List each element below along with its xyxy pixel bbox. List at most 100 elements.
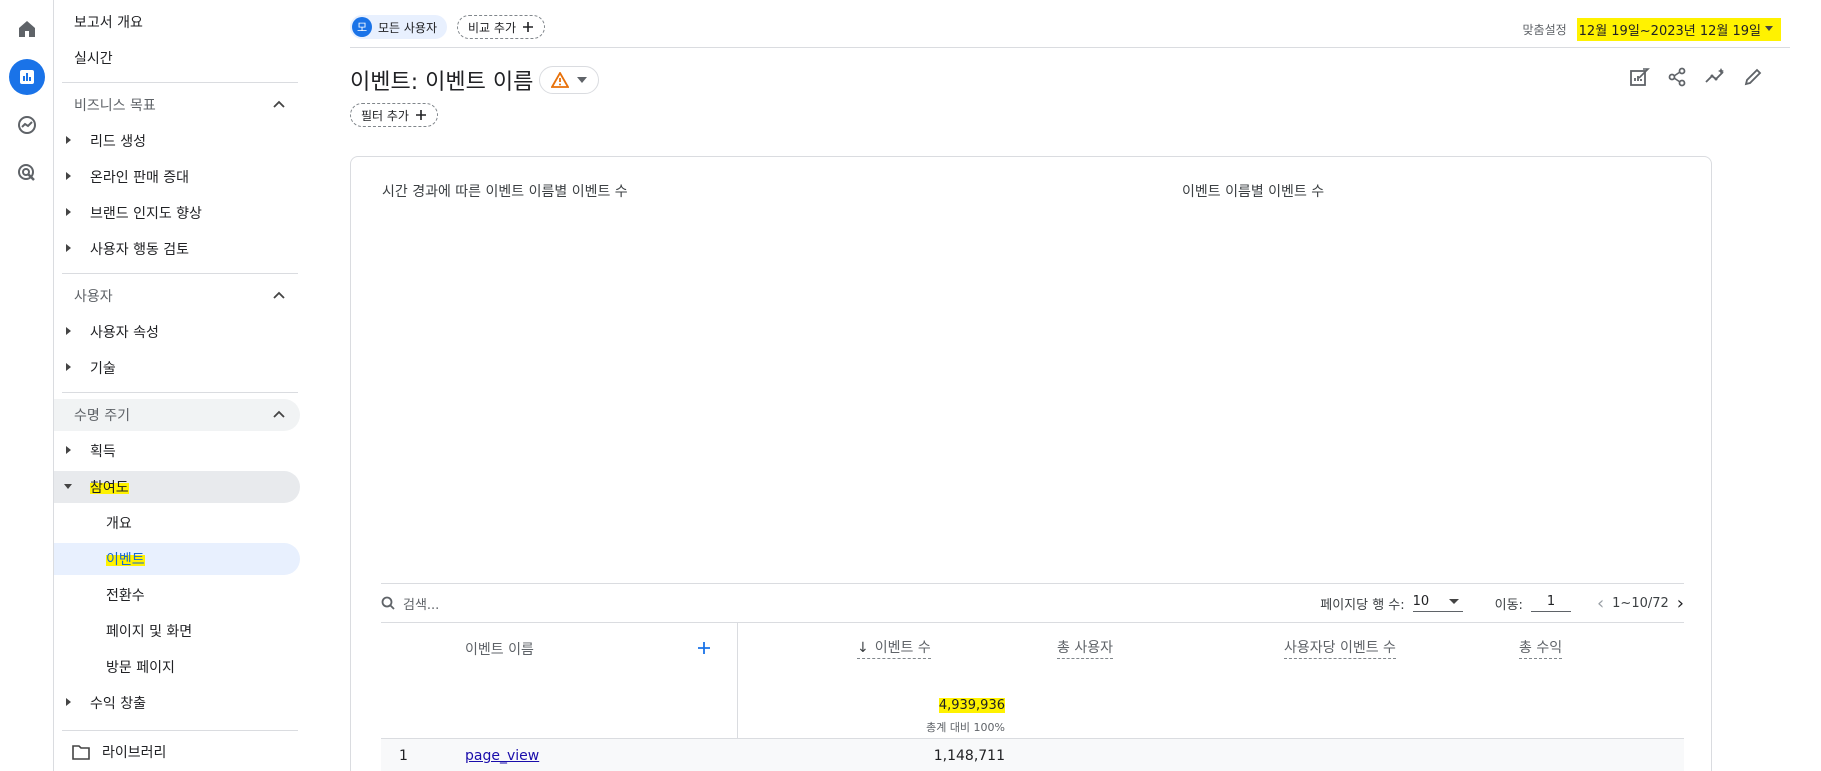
event-name-link[interactable]: page_view: [465, 748, 539, 764]
rows-per-page-label: 페이지당 행 수:: [1320, 597, 1405, 613]
sidebar-subitem-landing-page[interactable]: 방문 페이지: [54, 651, 300, 683]
sidebar-subitem-conversions[interactable]: 전환수: [54, 579, 300, 611]
caret-down-icon: [1765, 26, 1773, 31]
sidebar-item-acquisition[interactable]: 획득: [54, 435, 300, 467]
sidebar-item-label: 수익 창출: [90, 696, 146, 712]
chip-label: 비교 추가: [468, 20, 516, 35]
table-row: 1 page_view 1,148,711: [381, 739, 1684, 771]
sidebar-item-user-behavior[interactable]: 사용자 행동 검토: [54, 233, 300, 265]
expand-icon: [66, 363, 71, 371]
sidebar-item-label: 브랜드 인지도 향상: [90, 206, 202, 222]
comparison-bar: 모 모든 사용자 비교 추가: [350, 14, 545, 40]
col-header-event-count[interactable]: ↓ 이벤트 수: [857, 637, 931, 659]
customize-report-icon[interactable]: [1628, 66, 1650, 88]
section-lifecycle[interactable]: 수명 주기: [54, 399, 300, 431]
sidebar-item-label: 리드 생성: [90, 134, 146, 150]
table-toolbar: 검색... 페이지당 행 수: 10 이동: 1 ‹ 1~10/72 ›: [381, 583, 1684, 623]
goto-label: 이동:: [1494, 597, 1523, 613]
sidebar-item-online-sales[interactable]: 온라인 판매 증대: [54, 161, 300, 193]
table-search[interactable]: 검색...: [381, 594, 439, 613]
col-header-total-revenue[interactable]: 총 수익: [1519, 637, 1563, 659]
date-range-picker[interactable]: 맞춤설정 12월 19일~2023년 12월 19일: [1522, 18, 1781, 41]
search-icon: [381, 596, 395, 610]
sidebar-item-label: 전환수: [106, 588, 145, 604]
rows-per-page-value: 10: [1412, 594, 1430, 609]
sidebar-item-label: 방문 페이지: [106, 660, 175, 676]
sidebar-item-label: 참여도: [90, 477, 129, 497]
col-header-label: 이벤트 수: [874, 640, 931, 656]
advertising-icon[interactable]: [9, 155, 45, 191]
section-user[interactable]: 사용자: [54, 280, 300, 312]
sidebar-subitem-events[interactable]: 이벤트: [54, 543, 300, 575]
next-page-icon[interactable]: ›: [1677, 593, 1684, 614]
date-range-label: 맞춤설정: [1522, 23, 1567, 37]
date-range-text: 12월 19일~2023년 12월 19일: [1578, 24, 1761, 39]
sidebar-item-user-attributes[interactable]: 사용자 속성: [54, 316, 300, 348]
date-range-value: 12월 19일~2023년 12월 19일: [1576, 18, 1781, 41]
add-comparison-button[interactable]: 비교 추가: [457, 15, 545, 39]
share-icon[interactable]: [1666, 66, 1688, 88]
sidebar-item-report-overview[interactable]: 보고서 개요: [74, 12, 143, 32]
page-range: 1~10/72: [1612, 595, 1669, 611]
sidebar-item-label: 사용자 속성: [90, 325, 159, 341]
total-percent: 총계 대비 100%: [926, 721, 1005, 734]
rows-per-page-select[interactable]: 10: [1412, 594, 1463, 612]
section-label: 사용자: [74, 289, 113, 305]
explore-icon[interactable]: [9, 107, 45, 143]
avatar: 모: [352, 17, 372, 37]
col-header-event-name[interactable]: 이벤트 이름: [465, 639, 534, 659]
sidebar-divider: [62, 392, 298, 393]
expand-icon: [66, 698, 71, 706]
sidebar-item-engagement[interactable]: 참여도: [54, 471, 300, 503]
expand-icon: [66, 327, 71, 335]
bar-chart-title: 이벤트 이름별 이벤트 수: [1182, 184, 1325, 200]
expand-icon: [66, 172, 71, 180]
sidebar-subitem-pages-screens[interactable]: 페이지 및 화면: [54, 615, 300, 647]
top-divider: [350, 47, 1790, 48]
sidebar-item-label: 페이지 및 화면: [106, 624, 193, 640]
chip-label: 모든 사용자: [378, 20, 438, 35]
all-users-chip[interactable]: 모 모든 사용자: [350, 15, 448, 39]
library-label: 라이브러리: [102, 745, 167, 761]
row-event-name[interactable]: page_view: [465, 748, 539, 764]
sidebar-item-label: 개요: [106, 516, 132, 532]
chevron-up-icon: [273, 410, 285, 418]
data-quality-button[interactable]: [539, 66, 600, 94]
search-input[interactable]: 검색...: [403, 594, 439, 613]
add-filter-button[interactable]: 필터 추가: [350, 103, 438, 127]
sidebar-item-tech[interactable]: 기술: [54, 352, 300, 384]
sidebar-item-label: 기술: [90, 361, 116, 377]
sidebar: 보고서 개요 실시간 비즈니스 목표 리드 생성 온라인 판매 증대 브랜드 인…: [54, 0, 305, 771]
col-header-total-users[interactable]: 총 사용자: [1057, 637, 1113, 659]
plus-icon: [523, 22, 533, 32]
section-business-goals[interactable]: 비즈니스 목표: [54, 89, 300, 121]
total-value: 4,939,936: [938, 698, 1005, 713]
sidebar-item-library[interactable]: 라이브러리: [72, 742, 166, 762]
expand-icon: [66, 136, 71, 144]
edit-pencil-icon[interactable]: [1742, 66, 1764, 88]
sidebar-item-label: 사용자 행동 검토: [90, 242, 190, 258]
home-icon[interactable]: [9, 11, 45, 47]
sidebar-item-monetization[interactable]: 수익 창출: [54, 687, 300, 719]
row-event-count: 1,148,711: [933, 748, 1005, 764]
report-toolbar: [1628, 66, 1764, 88]
sidebar-subitem-overview[interactable]: 개요: [54, 507, 300, 539]
nav-rail: [0, 0, 54, 771]
sidebar-item-brand-awareness[interactable]: 브랜드 인지도 향상: [54, 197, 300, 229]
insights-icon[interactable]: [1704, 66, 1726, 88]
sidebar-item-label: 온라인 판매 증대: [90, 170, 190, 186]
sidebar-divider: [62, 273, 298, 274]
report-header: 이벤트: 이벤트 이름: [350, 64, 600, 96]
section-label: 수명 주기: [74, 408, 130, 424]
col-header-events-per-user[interactable]: 사용자당 이벤트 수: [1284, 637, 1396, 659]
goto-page-input[interactable]: 1: [1530, 594, 1571, 612]
sidebar-item-lead-gen[interactable]: 리드 생성: [54, 125, 300, 157]
reports-icon[interactable]: [9, 59, 45, 95]
prev-page-icon[interactable]: ‹: [1597, 593, 1604, 614]
sidebar-item-realtime[interactable]: 실시간: [74, 48, 113, 68]
chip-label: 필터 추가: [361, 108, 409, 123]
expand-icon: [66, 244, 71, 252]
total-event-count: 4,939,936: [855, 698, 1005, 713]
warning-icon: [551, 72, 570, 88]
add-dimension-icon[interactable]: [697, 641, 711, 655]
